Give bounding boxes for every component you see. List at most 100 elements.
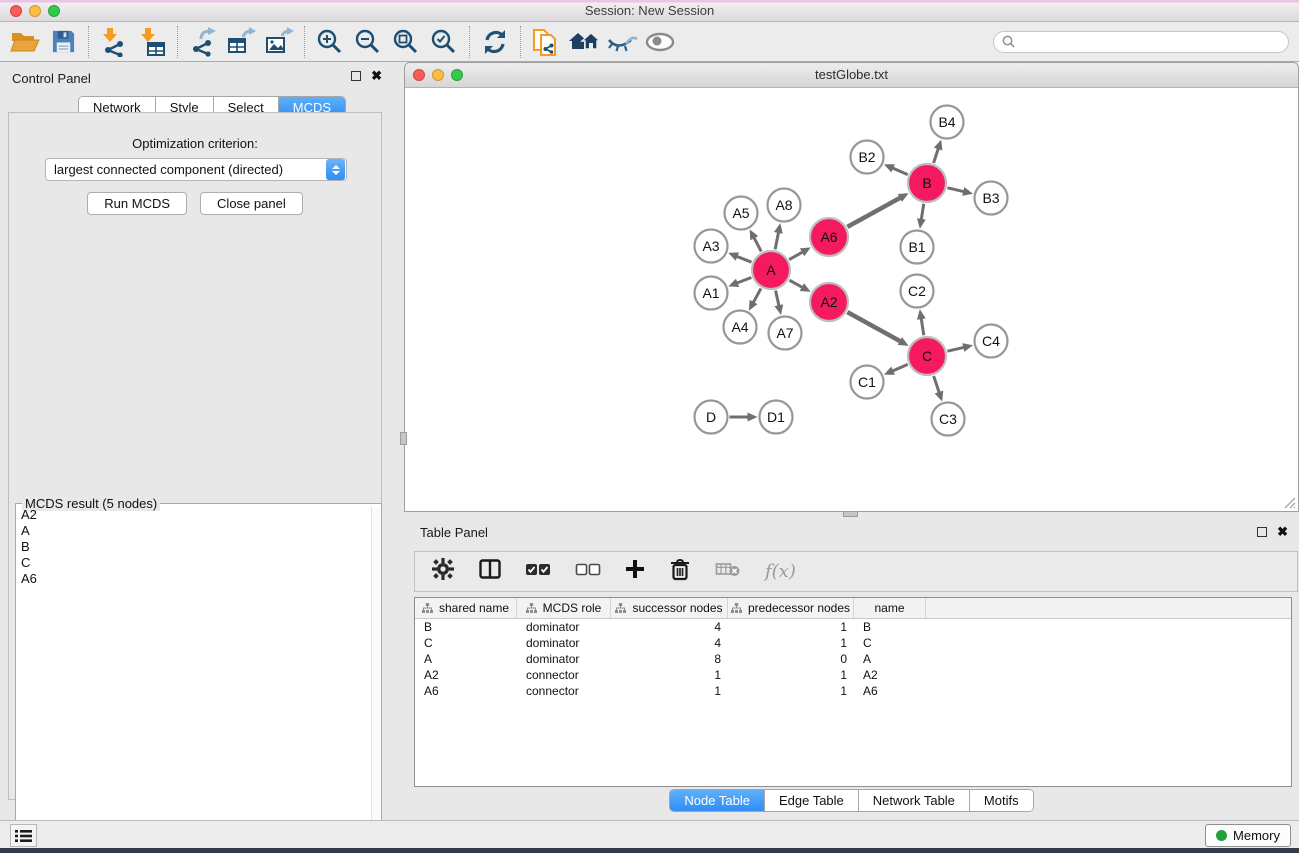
export-table-icon[interactable] [222, 24, 260, 60]
tab-network-table[interactable]: Network Table [858, 790, 969, 811]
column-header-shared-name[interactable]: shared name [415, 598, 517, 618]
close-panel-icon[interactable]: ✖ [371, 71, 382, 81]
close-panel-button[interactable]: Close panel [200, 192, 303, 215]
tab-edge-table[interactable]: Edge Table [764, 790, 858, 811]
table-row[interactable]: A2connector11A2 [415, 667, 1291, 683]
refresh-network-icon[interactable] [476, 24, 514, 60]
table-row[interactable]: Bdominator41B [415, 619, 1291, 635]
save-session-icon[interactable] [44, 24, 82, 60]
mcds-result-item[interactable]: C [17, 555, 370, 571]
column-header-successor-nodes[interactable]: successor nodes [611, 598, 728, 618]
column-header-MCDS-role[interactable]: MCDS role [517, 598, 611, 618]
open-session-icon[interactable] [6, 24, 44, 60]
create-column-icon[interactable] [625, 559, 645, 584]
close-window-button[interactable] [10, 5, 22, 17]
mcds-result-scrollbar[interactable] [371, 507, 380, 841]
table-row[interactable]: A6connector11A6 [415, 683, 1291, 699]
import-table-icon[interactable] [133, 24, 171, 60]
export-image-icon[interactable] [260, 24, 298, 60]
table-settings-icon[interactable] [431, 557, 455, 586]
graph-node-B1[interactable]: B1 [901, 231, 934, 264]
memory-button[interactable]: Memory [1205, 824, 1291, 847]
graph-node-A3[interactable]: A3 [695, 230, 728, 263]
graph-node-B2[interactable]: B2 [851, 141, 884, 174]
horizontal-divider-handle[interactable] [843, 511, 858, 517]
graph-edge-C-C3[interactable] [934, 376, 940, 393]
graph-node-D[interactable]: D [695, 401, 728, 434]
mcds-result-item[interactable]: A6 [17, 571, 370, 587]
graph-edge-A-A6[interactable] [789, 252, 803, 260]
mcds-result-item[interactable]: A [17, 523, 370, 539]
deselect-all-rows-icon[interactable] [575, 563, 601, 581]
zoom-network-button[interactable] [451, 69, 463, 81]
tab-motifs[interactable]: Motifs [969, 790, 1033, 811]
graph-edge-A-A2[interactable] [789, 280, 802, 287]
graph-node-C1[interactable]: C1 [851, 366, 884, 399]
graph-edge-B-B3[interactable] [947, 188, 964, 192]
minimize-window-button[interactable] [29, 5, 41, 17]
graph-node-C[interactable]: C [908, 337, 946, 375]
graph-node-A1[interactable]: A1 [695, 277, 728, 310]
resize-grip-icon[interactable] [1282, 495, 1296, 509]
graph-edge-A-A7[interactable] [776, 290, 779, 306]
column-header-predecessor-nodes[interactable]: predecessor nodes [728, 598, 854, 618]
graph-edge-B-B1[interactable] [921, 204, 924, 220]
mcds-result-item[interactable]: A2 [17, 507, 370, 523]
zoom-in-icon[interactable] [311, 24, 349, 60]
search-input[interactable] [1020, 34, 1280, 49]
graph-node-C4[interactable]: C4 [975, 325, 1008, 358]
graph-node-D1[interactable]: D1 [760, 401, 793, 434]
network-canvas[interactable]: B4B2BB3B1A5A8A6A3AA1A4A7A2C2CC4C1C3DD1 [405, 88, 1298, 511]
graph-node-A[interactable]: A [752, 251, 790, 289]
graph-node-B4[interactable]: B4 [931, 106, 964, 139]
graph-edge-A6-B[interactable] [847, 197, 900, 226]
graph-edge-A-A1[interactable] [737, 278, 752, 284]
graph-edge-B-B4[interactable] [934, 148, 939, 163]
graph-edge-A-A5[interactable] [754, 237, 761, 251]
graph-edge-A-A8[interactable] [775, 232, 778, 249]
graph-edge-C-C1[interactable] [892, 364, 907, 371]
graph-edge-A2-C[interactable] [847, 312, 900, 341]
graph-edge-C-C2[interactable] [921, 318, 924, 335]
table-row[interactable]: Adominator80A [415, 651, 1291, 667]
import-network-icon[interactable] [95, 24, 133, 60]
search-box[interactable] [993, 31, 1289, 53]
table-row[interactable]: Cdominator41C [415, 635, 1291, 651]
zoom-fit-icon[interactable] [387, 24, 425, 60]
graph-edge-A-A3[interactable] [737, 256, 752, 262]
float-panel-icon[interactable] [351, 71, 361, 81]
graph-node-A5[interactable]: A5 [725, 197, 758, 230]
run-mcds-button[interactable]: Run MCDS [87, 192, 187, 215]
close-table-panel-icon[interactable]: ✖ [1277, 527, 1288, 537]
graph-edge-C-C4[interactable] [947, 347, 964, 351]
show-graphics-details-icon[interactable] [641, 24, 679, 60]
graph-node-A4[interactable]: A4 [724, 311, 757, 344]
minimize-network-button[interactable] [432, 69, 444, 81]
graph-node-B3[interactable]: B3 [975, 182, 1008, 215]
graph-edge-B-B2[interactable] [892, 168, 907, 175]
graph-node-A2[interactable]: A2 [810, 283, 848, 321]
zoom-window-button[interactable] [48, 5, 60, 17]
graph-node-A6[interactable]: A6 [810, 218, 848, 256]
column-header-name[interactable]: name [854, 598, 926, 618]
select-all-rows-icon[interactable] [525, 563, 551, 581]
export-network-icon[interactable] [184, 24, 222, 60]
hide-graphics-details-icon[interactable] [603, 24, 641, 60]
automation-panel-button[interactable] [10, 824, 37, 847]
graph-node-B[interactable]: B [908, 164, 946, 202]
graph-node-A8[interactable]: A8 [768, 189, 801, 222]
mcds-result-item[interactable]: B [17, 539, 370, 555]
vertical-divider-handle[interactable] [400, 432, 407, 445]
zoom-selected-icon[interactable] [425, 24, 463, 60]
open-in-ndex-icon[interactable] [565, 24, 603, 60]
network-window-titlebar[interactable]: testGlobe.txt [405, 63, 1298, 88]
show-columns-icon[interactable] [479, 559, 501, 584]
graph-node-C2[interactable]: C2 [901, 275, 934, 308]
delete-columns-icon[interactable] [669, 558, 691, 586]
mcds-result-list[interactable]: A2ABCA6 [17, 507, 370, 841]
float-table-panel-icon[interactable] [1257, 527, 1267, 537]
close-network-button[interactable] [413, 69, 425, 81]
zoom-out-icon[interactable] [349, 24, 387, 60]
criterion-dropdown[interactable]: largest connected component (directed) [45, 158, 347, 181]
duplicate-network-icon[interactable] [527, 24, 565, 60]
